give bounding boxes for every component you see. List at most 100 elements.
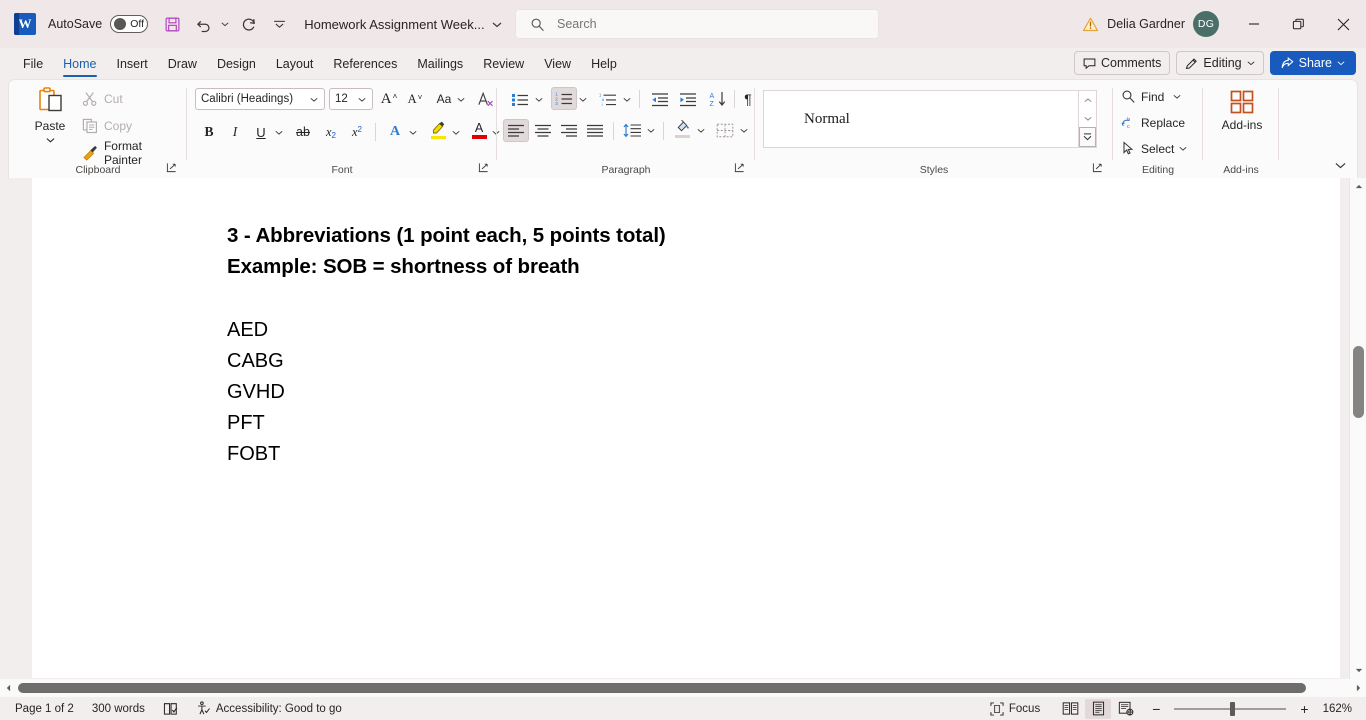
- multilevel-list-chevron-down-icon[interactable]: [621, 88, 633, 110]
- numbering-button[interactable]: 1 2 3: [551, 87, 577, 110]
- scroll-left-icon[interactable]: [0, 679, 16, 697]
- tab-design[interactable]: Design: [208, 53, 265, 75]
- restore-button[interactable]: [1276, 2, 1321, 46]
- font-size-chevron-down-icon[interactable]: [358, 97, 372, 102]
- shading-button[interactable]: [669, 117, 695, 139]
- multilevel-list-button[interactable]: 1 a i: [595, 88, 621, 110]
- document-title-chevron-down-icon[interactable]: [490, 10, 504, 38]
- font-color-button[interactable]: A: [467, 119, 491, 141]
- tab-review[interactable]: Review: [474, 53, 533, 75]
- text-highlight-color-button[interactable]: [426, 119, 450, 141]
- comments-button[interactable]: Comments: [1073, 51, 1171, 75]
- share-button[interactable]: Share: [1269, 51, 1356, 75]
- format-painter-button[interactable]: Format Painter: [79, 139, 183, 167]
- document-page[interactable]: 3 - Abbreviations (1 point each, 5 point…: [32, 178, 1340, 678]
- autosave-toggle[interactable]: Off: [110, 15, 149, 33]
- accessibility-status[interactable]: Accessibility: Good to go: [187, 697, 351, 720]
- justify-button[interactable]: [582, 119, 608, 142]
- customize-quick-access-toolbar-icon[interactable]: [272, 10, 286, 38]
- find-button[interactable]: Find: [1121, 86, 1189, 107]
- vertical-scrollbar[interactable]: [1349, 178, 1366, 679]
- tab-file[interactable]: File: [14, 53, 52, 75]
- sort-button[interactable]: A Z: [705, 88, 731, 110]
- zoom-in-button[interactable]: +: [1295, 697, 1313, 720]
- font-size-combo[interactable]: 12: [329, 88, 373, 110]
- zoom-level-button[interactable]: 162%: [1314, 697, 1366, 720]
- horizontal-scrollbar-thumb[interactable]: [18, 683, 1306, 693]
- zoom-slider-thumb[interactable]: [1230, 701, 1236, 716]
- search-box[interactable]: [515, 9, 879, 39]
- search-input[interactable]: [557, 17, 837, 31]
- page-indicator[interactable]: Page 1 of 2: [6, 697, 83, 720]
- horizontal-scrollbar[interactable]: [0, 679, 1366, 697]
- font-family-combo[interactable]: Calibri (Headings): [195, 88, 325, 110]
- undo-dropdown-icon[interactable]: [218, 10, 232, 38]
- highlight-chevron-down-icon[interactable]: [450, 121, 462, 143]
- tab-help[interactable]: Help: [582, 53, 626, 75]
- decrease-indent-button[interactable]: [647, 88, 673, 110]
- subscript-button[interactable]: x2: [319, 121, 343, 143]
- web-layout-button[interactable]: [1113, 699, 1139, 719]
- bullets-button[interactable]: [507, 88, 533, 110]
- styles-gallery-scroll[interactable]: [1078, 91, 1096, 147]
- zoom-slider[interactable]: [1174, 701, 1287, 716]
- save-icon[interactable]: [158, 10, 186, 38]
- minimize-button[interactable]: [1231, 2, 1276, 46]
- undo-icon[interactable]: [190, 10, 218, 38]
- proofing-status[interactable]: [154, 697, 187, 720]
- tab-draw[interactable]: Draw: [159, 53, 206, 75]
- increase-indent-button[interactable]: [675, 88, 701, 110]
- select-button[interactable]: Select: [1121, 138, 1197, 159]
- tab-layout[interactable]: Layout: [267, 53, 323, 75]
- redo-icon[interactable]: [236, 10, 264, 38]
- borders-chevron-down-icon[interactable]: [738, 119, 750, 141]
- warning-icon[interactable]: [1082, 16, 1099, 33]
- text-effects-chevron-down-icon[interactable]: [407, 121, 419, 143]
- strikethrough-button[interactable]: ab: [291, 121, 315, 143]
- underline-chevron-down-icon[interactable]: [273, 121, 285, 143]
- shrink-font-icon[interactable]: A ˅: [403, 88, 427, 110]
- superscript-button[interactable]: x2: [345, 121, 369, 143]
- editing-mode-button[interactable]: Editing: [1176, 51, 1264, 75]
- bold-button[interactable]: B: [197, 121, 221, 143]
- cut-button[interactable]: Cut: [79, 88, 179, 109]
- tab-insert[interactable]: Insert: [108, 53, 157, 75]
- scroll-up-icon[interactable]: [1350, 178, 1366, 195]
- line-spacing-chevron-down-icon[interactable]: [645, 119, 657, 141]
- underline-button[interactable]: U: [249, 121, 273, 143]
- change-case-icon[interactable]: Aa: [432, 88, 456, 110]
- styles-scroll-up-icon[interactable]: [1079, 91, 1096, 109]
- line-spacing-button[interactable]: [619, 119, 645, 141]
- styles-scroll-down-icon[interactable]: [1079, 109, 1096, 127]
- scroll-down-icon[interactable]: [1350, 662, 1366, 679]
- paragraph-dialog-launcher[interactable]: [734, 162, 747, 175]
- bullets-chevron-down-icon[interactable]: [533, 88, 545, 110]
- copy-button[interactable]: Copy: [79, 115, 179, 136]
- tab-view[interactable]: View: [535, 53, 580, 75]
- grow-font-icon[interactable]: A ˄: [377, 88, 401, 110]
- tab-references[interactable]: References: [324, 53, 406, 75]
- tab-home[interactable]: Home: [54, 53, 105, 77]
- change-case-chevron-down-icon[interactable]: [455, 88, 467, 110]
- paste-button[interactable]: Paste: [23, 86, 77, 162]
- styles-more-icon[interactable]: [1079, 127, 1096, 147]
- align-center-button[interactable]: [530, 119, 556, 142]
- clear-formatting-icon[interactable]: [473, 88, 497, 110]
- align-right-button[interactable]: [556, 119, 582, 142]
- align-left-button[interactable]: [503, 119, 529, 142]
- font-dialog-launcher[interactable]: [478, 162, 491, 175]
- italic-button[interactable]: I: [223, 121, 247, 143]
- scroll-right-icon[interactable]: [1350, 679, 1366, 697]
- document-title[interactable]: Homework Assignment Week...: [304, 17, 484, 32]
- focus-mode-button[interactable]: Focus: [981, 697, 1049, 720]
- borders-button[interactable]: [712, 119, 738, 141]
- replace-button[interactable]: b c Replace: [1121, 112, 1201, 133]
- shading-chevron-down-icon[interactable]: [695, 119, 707, 141]
- vertical-scrollbar-thumb[interactable]: [1353, 346, 1364, 418]
- tab-mailings[interactable]: Mailings: [408, 53, 472, 75]
- numbering-chevron-down-icon[interactable]: [577, 88, 589, 110]
- styles-dialog-launcher[interactable]: [1092, 162, 1105, 175]
- collapse-ribbon-button[interactable]: [1329, 156, 1351, 174]
- print-layout-button[interactable]: [1085, 698, 1112, 719]
- zoom-out-button[interactable]: −: [1147, 697, 1165, 720]
